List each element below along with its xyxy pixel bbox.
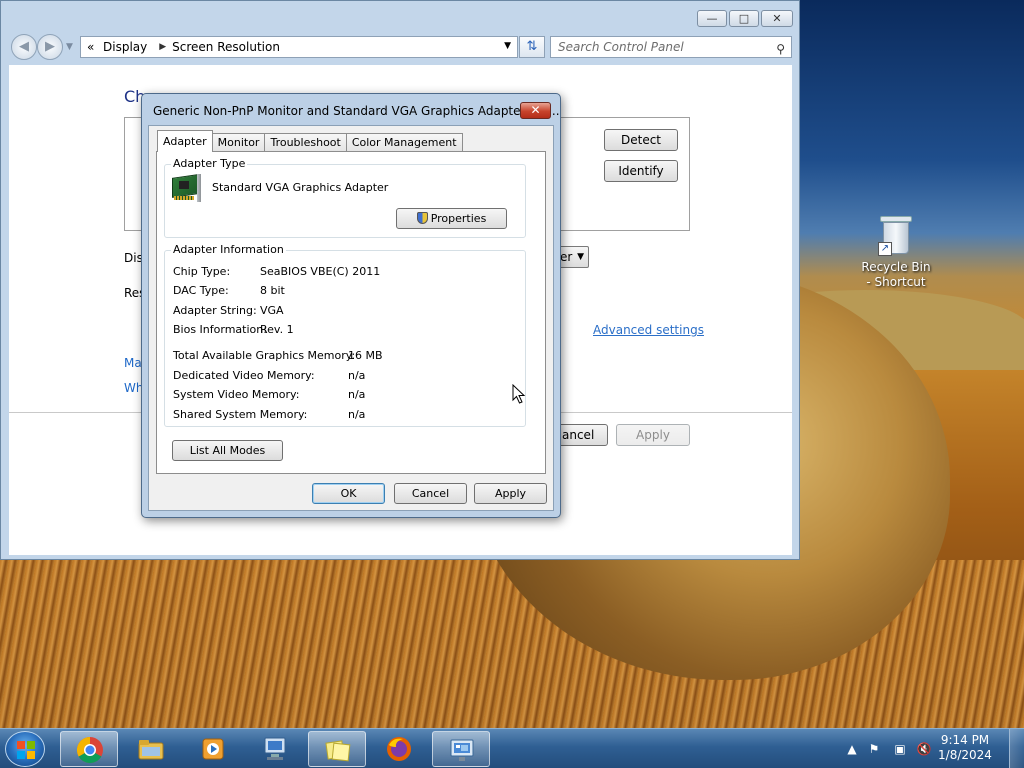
bios-information-label: Bios Information:	[173, 323, 267, 336]
address-overflow-icon[interactable]: «	[87, 40, 94, 54]
graphics-card-icon	[170, 174, 202, 202]
system-clock[interactable]: 9:14 PM 1/8/2024	[934, 733, 996, 763]
taskbar-display-settings[interactable]	[432, 731, 490, 767]
orientation-value: er	[560, 250, 573, 264]
recycle-bin-icon: ↗	[878, 214, 914, 256]
windows-logo-icon	[17, 741, 35, 759]
forward-button[interactable]: ▶	[37, 34, 63, 60]
taskbar-firefox[interactable]	[370, 731, 428, 767]
taskbar-sticky-notes[interactable]	[308, 731, 366, 767]
tab-troubleshoot[interactable]: Troubleshoot	[264, 133, 347, 152]
tab-bar: Adapter Monitor Troubleshoot Color Manag…	[157, 130, 463, 152]
taskbar-media-player[interactable]	[184, 731, 242, 767]
display-settings-icon	[450, 739, 474, 761]
dedicated-memory-label: Dedicated Video Memory:	[173, 369, 315, 382]
adapter-string-value: VGA	[260, 304, 284, 317]
adapter-string-label: Adapter String:	[173, 304, 257, 317]
close-button[interactable]: ✕	[761, 10, 793, 27]
search-icon[interactable]: ⚲	[776, 39, 785, 59]
detect-button[interactable]: Detect	[604, 129, 678, 151]
back-button[interactable]: ◀	[11, 34, 37, 60]
taskbar-network-computer[interactable]	[246, 731, 304, 767]
recycle-bin-shortcut[interactable]: ↗ Recycle Bin - Shortcut	[858, 214, 934, 290]
identify-button[interactable]: Identify	[604, 160, 678, 182]
dialog-close-button[interactable]: ✕	[520, 102, 551, 119]
breadcrumb-screen-resolution[interactable]: Screen Resolution	[172, 40, 280, 54]
shared-memory-label: Shared System Memory:	[173, 408, 308, 421]
action-center-flag-icon[interactable]: ⚑	[866, 741, 882, 757]
taskbar: ▲ ⚑ ▣ 🔇 9:14 PM 1/8/2024	[0, 728, 1024, 768]
list-all-modes-button[interactable]: List All Modes	[172, 440, 283, 461]
minimize-button[interactable]: —	[697, 10, 727, 27]
address-bar[interactable]: « Display ▶ Screen Resolution ▼	[80, 36, 518, 58]
tab-adapter[interactable]: Adapter	[157, 130, 213, 152]
system-memory-value: n/a	[348, 388, 366, 401]
adapter-tab-panel: Adapter Type Standard VGA Graphics Adapt…	[156, 151, 546, 474]
clock-date: 1/8/2024	[938, 748, 992, 762]
search-input[interactable]: Search Control Panel ⚲	[550, 36, 792, 58]
ok-button[interactable]: OK	[312, 483, 385, 504]
dac-type-value: 8 bit	[260, 284, 285, 297]
dedicated-memory-value: n/a	[348, 369, 366, 382]
search-placeholder: Search Control Panel	[558, 40, 684, 54]
firefox-icon	[387, 737, 411, 761]
chip-type-label: Chip Type:	[173, 265, 231, 278]
file-explorer-icon	[138, 740, 164, 760]
window-controls: — □ ✕	[697, 10, 793, 27]
tab-color-management[interactable]: Color Management	[345, 133, 463, 152]
show-hidden-icons-chevron-up-icon[interactable]: ▲	[844, 741, 860, 757]
dac-type-label: DAC Type:	[173, 284, 229, 297]
sticky-notes-icon	[325, 740, 351, 762]
show-desktop-button[interactable]	[1009, 729, 1024, 768]
recent-pages-dropdown-icon[interactable]: ▼	[66, 42, 73, 52]
uac-shield-icon	[416, 212, 428, 224]
adapter-properties-dialog: Generic Non-PnP Monitor and Standard VGA…	[141, 93, 561, 518]
mouse-cursor-icon	[512, 384, 526, 404]
address-dropdown-icon[interactable]: ▼	[504, 41, 511, 51]
breadcrumb-separator-icon[interactable]: ▶	[159, 42, 166, 52]
chrome-icon	[76, 736, 103, 764]
chevron-down-icon: ▼	[577, 252, 584, 262]
shared-memory-value: n/a	[348, 408, 366, 421]
tab-monitor[interactable]: Monitor	[211, 133, 266, 152]
dialog-cancel-button[interactable]: Cancel	[394, 483, 467, 504]
adapter-information-legend: Adapter Information	[171, 243, 286, 256]
network-icon[interactable]: ▣	[892, 741, 908, 757]
dialog-title: Generic Non-PnP Monitor and Standard VGA…	[153, 104, 560, 118]
network-computer-icon	[264, 737, 286, 760]
total-memory-label: Total Available Graphics Memory:	[173, 349, 356, 362]
dialog-apply-button[interactable]: Apply	[474, 483, 547, 504]
total-memory-value: 16 MB	[348, 349, 383, 362]
adapter-information-group: Adapter Information Chip Type: SeaBIOS V…	[164, 243, 526, 427]
dialog-body: Adapter Monitor Troubleshoot Color Manag…	[148, 125, 554, 511]
bios-information-value: Rev. 1	[260, 323, 294, 336]
taskbar-file-explorer[interactable]	[122, 731, 180, 767]
adapter-type-group: Adapter Type Standard VGA Graphics Adapt…	[164, 157, 526, 238]
maximize-button[interactable]: □	[729, 10, 759, 27]
volume-muted-icon[interactable]: 🔇	[916, 741, 932, 757]
properties-button-label: Properties	[430, 212, 487, 225]
start-button[interactable]	[5, 731, 45, 767]
adapter-type-legend: Adapter Type	[171, 157, 248, 170]
advanced-settings-link[interactable]: Advanced settings	[593, 323, 704, 337]
chip-type-value: SeaBIOS VBE(C) 2011	[260, 265, 381, 278]
taskbar-chrome[interactable]	[60, 731, 118, 767]
system-memory-label: System Video Memory:	[173, 388, 300, 401]
adapter-name: Standard VGA Graphics Adapter	[212, 181, 389, 194]
adapter-properties-button[interactable]: Properties	[396, 208, 507, 229]
navigation-buttons: ◀ ▶ ▼	[11, 34, 73, 60]
refresh-button[interactable]: ⇅	[519, 36, 545, 58]
apply-button[interactable]: Apply	[616, 424, 690, 446]
recycle-bin-label: Recycle Bin - Shortcut	[861, 260, 931, 289]
clock-time: 9:14 PM	[940, 733, 990, 747]
media-player-icon	[202, 738, 224, 760]
breadcrumb-display[interactable]: Display	[103, 40, 147, 54]
